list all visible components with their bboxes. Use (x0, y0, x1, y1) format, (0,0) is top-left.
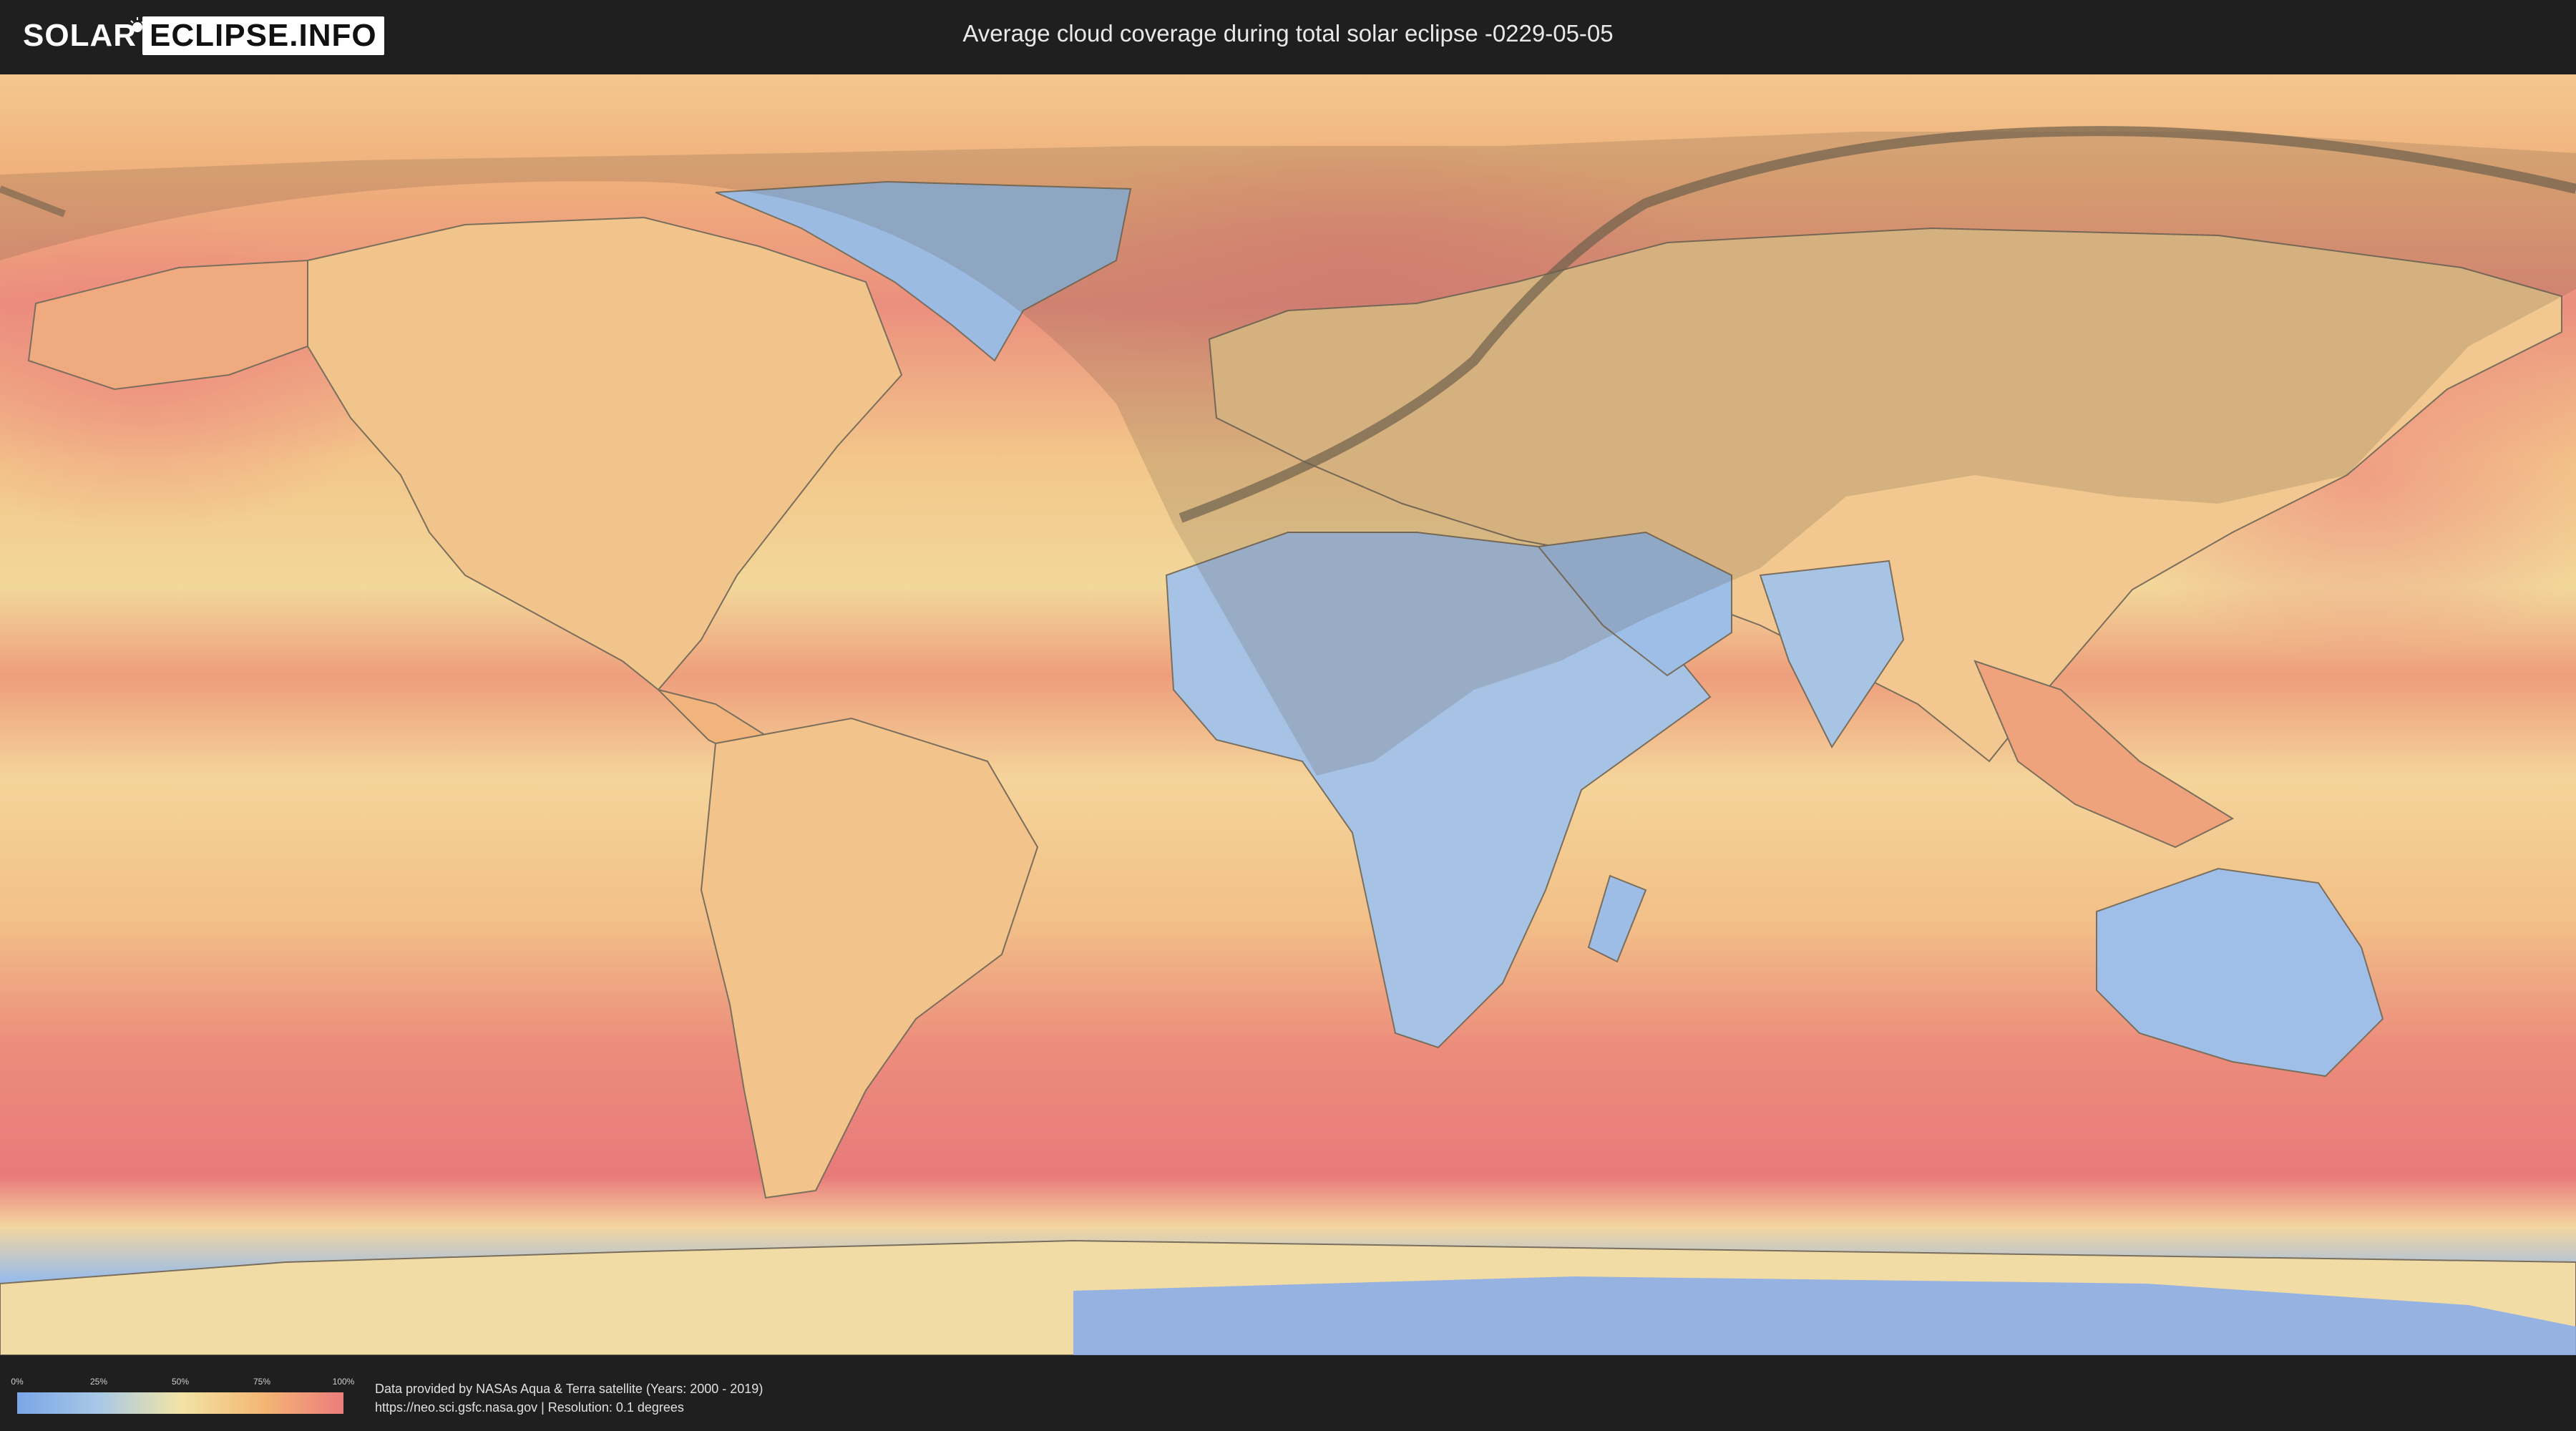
header-bar: SOLAR ECLIPSE.INFO Average cloud coverag… (0, 0, 2576, 72)
legend-tick: 25% (89, 1377, 108, 1387)
legend-color-bar (17, 1392, 343, 1414)
cloud-coverage-map[interactable] (0, 74, 2576, 1355)
world-map-svg (0, 74, 2576, 1355)
credit-line-source: Data provided by NASAs Aqua & Terra sate… (375, 1382, 763, 1396)
legend-tick: 100% (332, 1377, 355, 1387)
credit-line-url[interactable]: https://neo.sci.gsfc.nasa.gov | Resoluti… (375, 1398, 763, 1417)
data-credits: Data provided by NASAs Aqua & Terra sate… (375, 1379, 763, 1417)
footer-bar: 0% 25% 50% 75% 100% Data provided by NAS… (0, 1355, 2576, 1431)
legend-ticks: 0% 25% 50% 75% 100% (11, 1377, 354, 1390)
legend-tick: 0% (11, 1377, 24, 1387)
legend-tick: 50% (171, 1377, 190, 1387)
legend-tick: 75% (253, 1377, 271, 1387)
cloud-coverage-legend: 0% 25% 50% 75% 100% (11, 1377, 354, 1414)
page-title: Average cloud coverage during total sola… (962, 20, 1614, 47)
